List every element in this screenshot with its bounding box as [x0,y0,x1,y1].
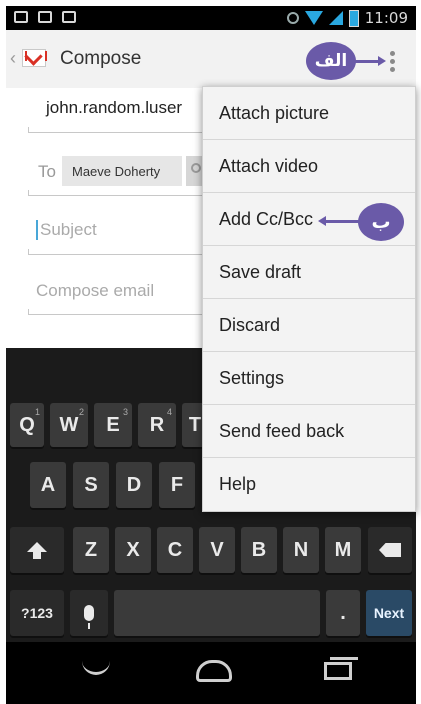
callout-a: الف [306,42,356,80]
key-b[interactable]: B [241,527,277,573]
shift-icon [27,542,47,559]
subject-input[interactable]: Subject [36,220,97,240]
back-icon[interactable] [82,658,110,675]
key-e[interactable]: E3 [94,403,132,447]
body-underline [28,309,208,315]
menu-item-settings[interactable]: Settings [203,352,415,405]
next-key[interactable]: Next [366,590,412,636]
gmail-logo-icon[interactable] [22,49,47,67]
callout-b-pointer [326,220,360,223]
backspace-key[interactable] [368,527,412,573]
key-s[interactable]: S [73,462,109,508]
page-title: Compose [60,48,142,69]
status-bar: 11:09 [6,6,416,30]
overflow-menu-icon[interactable] [390,50,396,72]
key-v[interactable]: V [199,527,235,573]
key-d[interactable]: D [116,462,152,508]
key-m[interactable]: M [325,527,361,573]
key-r[interactable]: R4 [138,403,176,447]
system-icons: 11:09 [286,9,408,27]
key-x[interactable]: X [115,527,151,573]
callout-b: ب [358,203,404,241]
period-key[interactable]: . [326,590,360,636]
to-label: To [38,162,56,181]
key-f[interactable]: F [159,462,195,508]
backspace-icon [379,543,401,557]
battery-icon [348,9,359,27]
menu-item-attach-picture[interactable]: Attach picture [203,87,415,140]
subject-underline [28,249,208,255]
sync-icon [286,12,299,24]
shift-key[interactable] [10,527,64,573]
microphone-icon [84,605,94,629]
bag-icon [62,11,76,23]
key-w[interactable]: W2 [50,403,88,447]
key-c[interactable]: C [157,527,193,573]
key-a[interactable]: A [30,462,66,508]
menu-item-discard[interactable]: Discard [203,299,415,352]
callout-b-arrowhead [318,216,326,226]
key-n[interactable]: N [283,527,319,573]
menu-item-send-feedback[interactable]: Send feed back [203,405,415,458]
wifi-icon [304,11,323,25]
status-time: 11:09 [364,9,408,27]
gamepad-icon [38,11,52,23]
signal-icon [328,11,343,25]
android-screen: 11:09 ‹ Compose john.random.luser To Mae… [0,0,421,704]
home-icon[interactable] [196,660,232,682]
space-key[interactable] [114,590,320,636]
recipient-name: Maeve Doherty [72,163,161,179]
menu-item-attach-video[interactable]: Attach video [203,140,415,193]
symbols-key[interactable]: ?123 [10,590,64,636]
recent-apps-icon[interactable] [324,657,358,680]
notification-icons [14,11,76,23]
navigation-bar [6,642,416,704]
recipient-chip[interactable]: Maeve Doherty [62,156,182,186]
key-q[interactable]: Q1 [10,403,44,447]
menu-item-help[interactable]: Help [203,458,415,511]
from-underline [28,127,208,133]
up-chevron-icon[interactable]: ‹ [10,48,16,69]
compose-body-input[interactable]: Compose email [36,281,154,301]
notification-icon [14,11,28,23]
callout-a-arrowhead [378,56,386,66]
to-underline [28,190,208,196]
from-account[interactable]: john.random.luser [46,98,182,118]
voice-input-key[interactable] [70,590,108,636]
menu-item-save-draft[interactable]: Save draft [203,246,415,299]
overflow-menu: Attach picture Attach video Add Cc/Bcc S… [202,86,416,512]
key-z[interactable]: Z [73,527,109,573]
